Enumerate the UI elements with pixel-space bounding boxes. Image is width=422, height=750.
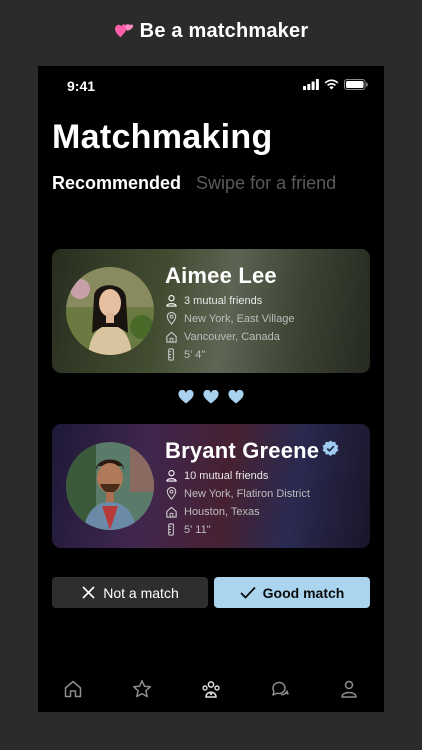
height: 5' 4" (165, 348, 205, 361)
heart-icon (228, 390, 244, 404)
hearts-divider (38, 390, 384, 404)
height: 5' 11" (165, 523, 211, 536)
chat-icon[interactable] (270, 679, 290, 699)
phone-screen: 9:41 Matchmaking Recommended Swipe for a (38, 66, 384, 712)
bottom-nav (38, 666, 384, 712)
battery-icon (344, 79, 368, 90)
heart-icon (178, 390, 194, 404)
mutual-friends: 3 mutual friends (165, 294, 262, 307)
person-icon (166, 295, 177, 307)
checkmark-icon (240, 586, 256, 599)
cellular-signal-icon (303, 79, 319, 90)
status-icons (303, 79, 368, 90)
avatar (66, 442, 154, 530)
star-icon[interactable] (132, 679, 152, 699)
page-title: Matchmaking (52, 118, 273, 156)
status-bar: 9:41 (38, 66, 384, 106)
home-icon[interactable] (63, 679, 83, 699)
matchmaker-icon[interactable] (201, 679, 221, 699)
not-a-match-button[interactable]: Not a match (52, 577, 208, 608)
hometown: Vancouver, Canada (165, 330, 280, 343)
mutual-friends: 10 mutual friends (165, 469, 268, 482)
profile-card[interactable]: Aimee Lee 3 mutual friends New York, Eas… (52, 249, 370, 373)
profile-name: Bryant Greene (165, 438, 339, 464)
tab-bar: Recommended Swipe for a friend (52, 173, 336, 194)
close-icon (82, 586, 95, 599)
current-location: New York, Flatiron District (165, 487, 310, 500)
current-location: New York, East Village (165, 312, 294, 325)
hometown: Houston, Texas (165, 505, 260, 518)
house-icon (166, 506, 177, 518)
person-icon (166, 470, 177, 482)
promo-banner: Be a matchmaker (0, 20, 422, 43)
banner-text: Be a matchmaker (139, 20, 309, 42)
location-pin-icon (166, 312, 177, 325)
location-pin-icon (166, 487, 177, 500)
verified-badge-icon (322, 440, 339, 457)
ruler-icon (168, 523, 174, 536)
good-match-button[interactable]: Good match (214, 577, 370, 608)
avatar (66, 267, 154, 355)
profile-icon[interactable] (339, 679, 359, 699)
house-icon (166, 331, 177, 343)
tab-swipe-for-a-friend[interactable]: Swipe for a friend (196, 173, 336, 194)
ruler-icon (168, 348, 174, 361)
status-time: 9:41 (67, 78, 96, 94)
wifi-icon (324, 79, 339, 90)
heart-icon (203, 390, 219, 404)
profile-name: Aimee Lee (165, 263, 277, 288)
tab-recommended[interactable]: Recommended (52, 173, 181, 194)
two-hearts-icon (114, 24, 133, 38)
profile-card[interactable]: Bryant Greene 10 mutual friends New York… (52, 424, 370, 548)
